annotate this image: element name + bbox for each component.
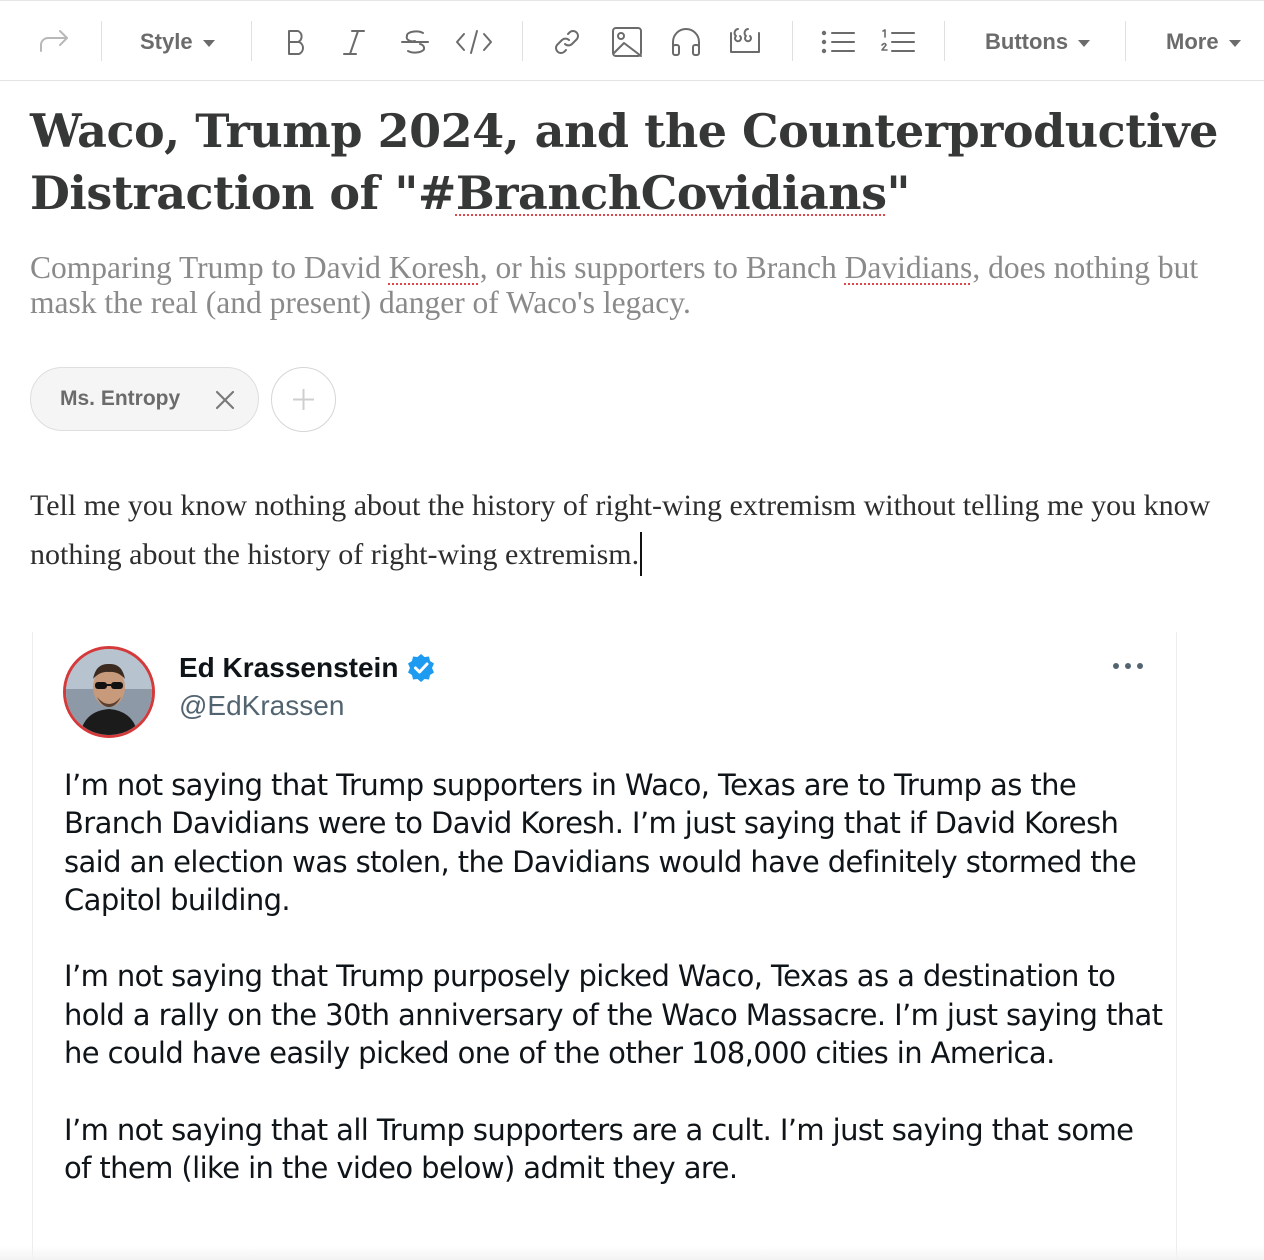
quote-button[interactable]: [727, 23, 763, 61]
author-chip[interactable]: Ms. Entropy: [30, 367, 259, 431]
tweet-text: I’m not saying that Trump supporters in …: [64, 766, 1164, 1187]
plus-icon: [293, 389, 314, 410]
bold-icon: [288, 30, 304, 55]
buttons-label: Buttons: [985, 29, 1069, 54]
bullet-list-icon: [821, 30, 855, 54]
code-icon: [456, 30, 492, 54]
toolbar-divider: [944, 21, 945, 61]
embedded-tweet[interactable]: Ed Krassenstein @EdKrassen I’m not sayin…: [32, 632, 1177, 1260]
more-label: More: [1166, 29, 1219, 54]
bullet-list-button[interactable]: [820, 23, 856, 61]
image-button[interactable]: [610, 23, 644, 61]
title-line-1: Waco, Trump 2024, and the Counterproduct…: [30, 104, 1218, 158]
editor-toolbar: Style Buttons More: [0, 0, 1264, 81]
bold-button[interactable]: [280, 23, 312, 61]
link-icon: [555, 30, 579, 54]
code-button[interactable]: [454, 23, 494, 61]
numbered-list-icon: [881, 29, 915, 52]
quote-icon: [730, 28, 760, 53]
chevron-down-icon: [202, 39, 215, 47]
toolbar-divider: [251, 21, 252, 61]
post-subtitle[interactable]: Comparing Trump to David Koresh, or his …: [30, 250, 1230, 320]
chevron-down-icon: [1078, 39, 1091, 47]
audio-button[interactable]: [668, 23, 704, 61]
tweet-author-name[interactable]: Ed Krassenstein: [179, 652, 436, 684]
buttons-dropdown[interactable]: Buttons: [985, 23, 1099, 61]
tweet-paragraph: I’m not saying that Trump supporters in …: [64, 768, 1137, 917]
misspelled-word[interactable]: BranchCovidians: [456, 166, 887, 220]
misspelled-word[interactable]: Koresh: [389, 250, 480, 285]
undo-button[interactable]: [0, 23, 16, 61]
strikethrough-button[interactable]: [398, 23, 432, 61]
style-label: Style: [140, 29, 193, 54]
redo-button[interactable]: [36, 23, 72, 61]
title-line-2: Distraction of "#BranchCovidians": [30, 166, 911, 220]
toolbar-divider: [101, 21, 102, 61]
audio-icon: [672, 28, 700, 56]
more-options-icon[interactable]: [1111, 660, 1145, 672]
add-author-button[interactable]: [271, 367, 336, 432]
toolbar-divider: [1125, 21, 1126, 61]
style-dropdown[interactable]: Style: [140, 23, 224, 61]
italic-button[interactable]: [338, 23, 370, 61]
post-title[interactable]: Waco, Trump 2024, and the Counterproduct…: [30, 100, 1230, 224]
link-button[interactable]: [550, 23, 584, 61]
undo-icon: [0, 27, 16, 57]
toolbar-divider: [522, 21, 523, 61]
toolbar-divider: [792, 21, 793, 61]
avatar[interactable]: [63, 646, 155, 738]
numbered-list-button[interactable]: [880, 23, 916, 61]
misspelled-word[interactable]: Davidians: [845, 250, 973, 285]
page-bottom-edge: [0, 1246, 1264, 1260]
more-dropdown[interactable]: More: [1166, 23, 1248, 61]
italic-icon: [343, 30, 365, 55]
image-icon: [612, 27, 642, 57]
profile-photo: [66, 649, 152, 735]
author-name: Ms. Entropy: [60, 387, 181, 410]
redo-icon: [40, 30, 68, 52]
tweet-paragraph: I’m not saying that Trump purposely pick…: [64, 959, 1163, 1071]
tweet-paragraph: I’m not saying that all Trump supporters…: [64, 1112, 1134, 1185]
post-body-paragraph[interactable]: Tell me you know nothing about the histo…: [30, 481, 1220, 579]
chevron-down-icon: [1228, 39, 1241, 47]
verified-badge-icon: [408, 654, 435, 682]
close-icon[interactable]: [213, 388, 237, 412]
tweet-author-handle[interactable]: @EdKrassen: [179, 690, 344, 722]
text-cursor: [640, 532, 643, 576]
strikethrough-icon: [401, 30, 429, 54]
